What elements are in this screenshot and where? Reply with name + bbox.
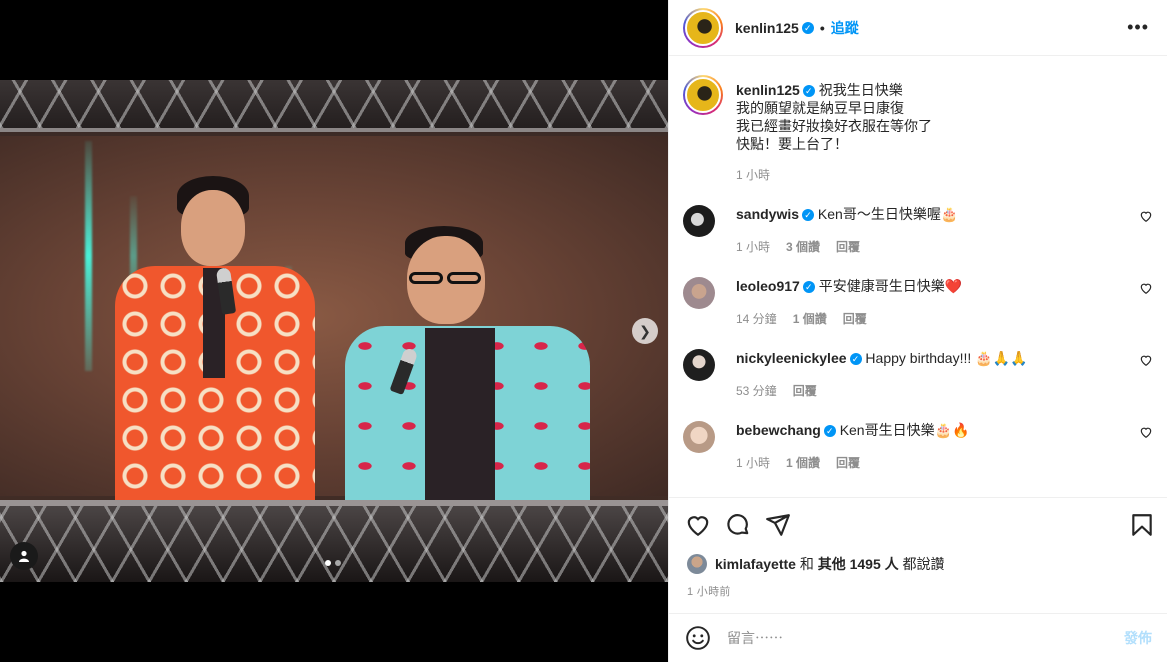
commenter-avatar[interactable]	[683, 421, 715, 453]
tagged-users-button[interactable]	[10, 542, 38, 570]
commenter-username[interactable]: sandywis	[736, 206, 799, 222]
caption-line: 祝我生日快樂	[818, 82, 903, 98]
comment-item: nickyleenickylee ✓ Happy birthday!!! 🎂🙏🙏 …	[683, 349, 1153, 409]
post-panel: kenlin125 ✓ • 追蹤 ••• kenlin125 ✓ 祝我生日快樂 我…	[668, 0, 1167, 662]
stage-truss-bottom	[0, 500, 668, 582]
comment-item: sandywis ✓ Ken哥～生日快樂喔🎂 1 小時 3 個讚 回覆	[683, 205, 1153, 265]
more-horizontal-icon[interactable]: •••	[1127, 17, 1149, 38]
post-actions: kimlafayette 和 其他 1495 人 都說讚 1 小時前	[669, 497, 1167, 613]
verified-badge-icon: ✓	[849, 353, 862, 366]
reply-button[interactable]: 回覆	[843, 310, 867, 327]
comment-text: Ken哥生日快樂🎂🔥	[839, 422, 970, 438]
post-header: kenlin125 ✓ • 追蹤 •••	[669, 0, 1167, 56]
commenter-username[interactable]: bebewchang	[736, 422, 821, 438]
post-media: ❯	[0, 0, 668, 662]
carousel-dot-active	[325, 560, 331, 566]
verified-badge-icon: ✓	[802, 85, 815, 98]
stage-screen	[0, 136, 668, 546]
post-timestamp: 1 小時前	[687, 586, 731, 598]
comment-bubble-icon[interactable]	[725, 512, 751, 538]
comment-item: bebewchang ✓ Ken哥生日快樂🎂🔥 1 小時 1 個讚 回覆	[683, 421, 1153, 481]
comment-input[interactable]	[727, 630, 1124, 646]
caption-line: 我已經畫好妝換好衣服在等你了	[736, 118, 932, 134]
author-username[interactable]: kenlin125	[735, 20, 799, 36]
comment-time: 1 小時	[736, 456, 771, 470]
reply-button[interactable]: 回覆	[836, 238, 860, 255]
verified-badge-icon: ✓	[801, 21, 814, 34]
comment-item: leoleo917 ✓ 平安健康哥生日快樂❤️ 14 分鐘 1 個讚 回覆	[683, 277, 1153, 337]
caption: kenlin125 ✓ 祝我生日快樂 我的願望就是納豆早日康復 我已經畫好妝換好衣…	[683, 75, 1153, 185]
performer-left	[115, 176, 315, 516]
share-send-icon[interactable]	[765, 512, 791, 538]
liker-username[interactable]: kimlafayette	[715, 556, 796, 572]
likes-count-link[interactable]: 其他 1495 人	[818, 554, 899, 574]
comment-time: 53 分鐘	[736, 384, 777, 398]
caption-author-avatar[interactable]	[683, 75, 723, 115]
like-comment-heart-icon[interactable]	[1139, 353, 1153, 367]
commenter-avatar[interactable]	[683, 205, 715, 237]
carousel-dot	[335, 560, 341, 566]
post-comment-button[interactable]: 發佈	[1124, 628, 1152, 648]
verified-badge-icon: ✓	[823, 425, 836, 438]
comment-time: 14 分鐘	[736, 312, 777, 326]
commenter-avatar[interactable]	[683, 277, 715, 309]
reply-button[interactable]: 回覆	[793, 382, 817, 399]
chevron-right-icon: ❯	[639, 322, 651, 339]
caption-line: 快點！要上台了！	[736, 136, 848, 152]
comment-text: 平安健康哥生日快樂❤️	[818, 278, 963, 294]
likes-suffix: 都說讚	[902, 556, 945, 572]
commenter-avatar[interactable]	[683, 349, 715, 381]
verified-badge-icon: ✓	[802, 209, 815, 222]
bookmark-icon[interactable]	[1129, 512, 1155, 538]
post-photo[interactable]	[0, 80, 668, 582]
caption-line: 我的願望就是納豆早日康復	[736, 100, 904, 116]
comment-likes[interactable]: 3 個讚	[786, 238, 820, 255]
user-icon	[19, 550, 29, 562]
emoji-icon[interactable]	[685, 625, 711, 651]
carousel-indicator	[325, 560, 341, 566]
stage-light	[85, 141, 92, 371]
reply-button[interactable]: 回覆	[836, 454, 860, 471]
likes-summary: kimlafayette 和 其他 1495 人 都說讚	[687, 554, 945, 574]
liker-avatar[interactable]	[687, 554, 707, 574]
verified-badge-icon: ✓	[802, 281, 815, 294]
like-comment-heart-icon[interactable]	[1139, 425, 1153, 439]
follow-button[interactable]: 追蹤	[831, 18, 859, 38]
caption-time: 1 小時	[736, 168, 771, 182]
author-avatar[interactable]	[683, 7, 723, 48]
comment-likes[interactable]: 1 個讚	[793, 310, 827, 327]
comment-likes[interactable]: 1 個讚	[786, 454, 820, 471]
like-comment-heart-icon[interactable]	[1139, 209, 1153, 223]
comment-time: 1 小時	[736, 240, 771, 254]
comment-text: Happy birthday!!! 🎂🙏🙏	[865, 350, 1028, 366]
caption-username[interactable]: kenlin125	[736, 82, 800, 98]
carousel-next-button[interactable]: ❯	[632, 318, 658, 344]
like-comment-heart-icon[interactable]	[1139, 281, 1153, 295]
separator-dot: •	[819, 19, 825, 36]
comments-list: kenlin125 ✓ 祝我生日快樂 我的願望就是納豆早日康復 我已經畫好妝換好衣…	[669, 57, 1167, 497]
likes-connector: 和	[799, 556, 814, 572]
stage-truss-top	[0, 80, 668, 132]
comment-text: Ken哥～生日快樂喔🎂	[817, 206, 959, 222]
commenter-username[interactable]: nickyleenickylee	[736, 350, 847, 366]
performer-right	[345, 226, 595, 546]
like-heart-icon[interactable]	[685, 512, 711, 538]
commenter-username[interactable]: leoleo917	[736, 278, 800, 294]
comment-composer: 發佈	[669, 613, 1167, 662]
